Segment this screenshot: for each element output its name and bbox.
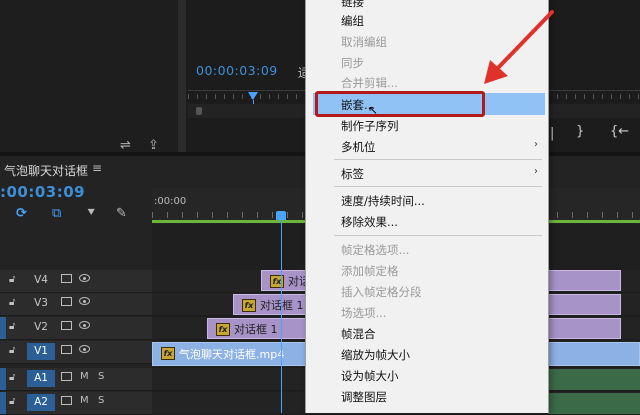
solo-button[interactable]: S: [98, 371, 104, 382]
panel-divider[interactable]: [178, 0, 186, 152]
menu-separator: [334, 235, 542, 236]
ruler-start-label: :00:00: [154, 196, 187, 207]
menu-item-add-frame-hold[interactable]: 添加帧定格: [341, 263, 399, 279]
menu-item-frame-blend[interactable]: 帧混合: [341, 326, 376, 342]
linked-selection-icon[interactable]: ⧉: [52, 206, 61, 221]
source-monitor: [0, 0, 178, 152]
highlight-annotation-box: [315, 91, 485, 117]
menu-item-speed-duration[interactable]: 速度/持续时间...: [341, 193, 425, 209]
menu-item-group[interactable]: 编组: [341, 13, 364, 29]
menu-separator: [334, 159, 542, 160]
fx-badge[interactable]: fx: [161, 347, 175, 360]
eye-icon[interactable]: [79, 297, 90, 305]
source-patch[interactable]: [0, 317, 6, 339]
export-frame-icon[interactable]: ⇌: [120, 134, 131, 153]
panel-menu-icon[interactable]: ≡: [92, 161, 102, 175]
source-patch[interactable]: [0, 392, 6, 414]
eye-icon[interactable]: [79, 345, 90, 353]
lock-icon[interactable]: 🔓︎: [9, 274, 15, 285]
lock-icon[interactable]: 🔓︎: [9, 396, 15, 407]
lock-icon[interactable]: 🔓︎: [9, 297, 15, 308]
menu-item-merge-clips[interactable]: 合并剪辑...: [341, 75, 398, 91]
track-target[interactable]: A1: [27, 370, 55, 387]
eye-icon[interactable]: [79, 321, 90, 329]
menu-item-adjustment-layer[interactable]: 调整图层: [341, 389, 387, 405]
menu-item-ungroup[interactable]: 取消编组: [341, 34, 387, 50]
timeline-playhead[interactable]: [276, 211, 286, 220]
track-header-v3: 🔓︎ V3: [0, 293, 152, 316]
audio-clip-a1[interactable]: [548, 369, 640, 390]
track-header-v4: 🔓︎ V4: [0, 270, 152, 293]
playhead-line: [281, 220, 282, 413]
eye-icon[interactable]: [79, 274, 90, 282]
menu-item-insert-frame-hold-segment[interactable]: 插入帧定格分段: [341, 284, 422, 300]
menu-item-field-options[interactable]: 场选项...: [341, 305, 386, 321]
mark-clip-button[interactable]: }: [576, 124, 584, 139]
sequence-tab[interactable]: 气泡聊天对话框: [4, 162, 88, 179]
snap-icon[interactable]: ⟳: [16, 206, 27, 221]
menu-item-remove-effects[interactable]: 移除效果...: [341, 214, 398, 230]
insert-icon[interactable]: ⇪: [148, 134, 159, 153]
mute-button[interactable]: M: [80, 371, 89, 382]
go-to-in-button[interactable]: {←: [610, 124, 629, 139]
menu-item-multicam[interactable]: 多机位: [341, 139, 376, 155]
fx-badge[interactable]: fx: [242, 299, 256, 312]
track-target[interactable]: V3: [27, 295, 55, 312]
wrench-icon[interactable]: ✎: [116, 206, 127, 221]
menu-item-scale-to-frame-size[interactable]: 缩放为帧大小: [341, 347, 410, 363]
sync-lock-icon[interactable]: [61, 321, 72, 330]
program-playhead[interactable]: [248, 92, 258, 100]
track-target[interactable]: V1: [27, 343, 55, 360]
track-target[interactable]: V2: [27, 319, 55, 336]
track-target[interactable]: V4: [27, 272, 55, 289]
track-header-v2: 🔓︎ V2: [0, 317, 152, 340]
solo-button[interactable]: S: [98, 395, 104, 406]
source-patch[interactable]: [0, 368, 6, 390]
clip-label: 对话框 1: [234, 323, 278, 336]
mark-out-button[interactable]: |: [550, 126, 554, 141]
menu-item-synchronize[interactable]: 同步: [341, 55, 364, 71]
program-timecode[interactable]: 00:00:03:09: [196, 63, 278, 78]
mute-button[interactable]: M: [80, 395, 89, 406]
annotation-arrow-icon: [484, 10, 554, 84]
mouse-cursor-icon: ↖: [368, 103, 379, 117]
menu-item-link[interactable]: 链接: [341, 0, 364, 10]
submenu-arrow-icon: ›: [534, 166, 538, 177]
audio-clip-a2[interactable]: [548, 393, 640, 414]
track-target[interactable]: A2: [27, 394, 55, 411]
scroll-thumb[interactable]: [196, 107, 202, 115]
sync-lock-icon[interactable]: [61, 372, 72, 381]
track-header-v1: 🔓︎ V1: [0, 341, 152, 364]
clip-label: 气泡聊天对话框.mp4: [179, 348, 285, 361]
sync-lock-icon[interactable]: [61, 297, 72, 306]
timeline-timecode[interactable]: :00:03:09: [0, 183, 85, 201]
sync-lock-icon[interactable]: [61, 396, 72, 405]
lock-icon[interactable]: 🔓︎: [9, 321, 15, 332]
menu-separator: [334, 186, 542, 187]
sync-lock-icon[interactable]: [61, 345, 72, 354]
lock-icon[interactable]: 🔓︎: [9, 372, 15, 383]
sync-lock-icon[interactable]: [61, 274, 72, 283]
track-header-a1: 🔓︎ A1 M S: [0, 368, 152, 391]
submenu-arrow-icon: ›: [534, 139, 538, 150]
track-header-a2: 🔓︎ A2 M S: [0, 392, 152, 415]
menu-item-frame-hold-options[interactable]: 帧定格选项...: [341, 242, 409, 258]
lock-icon[interactable]: 🔓︎: [9, 345, 15, 356]
add-marker-icon[interactable]: ⯆: [86, 206, 96, 221]
fx-badge[interactable]: fx: [216, 323, 230, 336]
menu-item-make-subsequence[interactable]: 制作子序列: [341, 118, 399, 134]
menu-item-label[interactable]: 标签: [341, 166, 364, 182]
menu-item-set-to-frame-size[interactable]: 设为帧大小: [341, 368, 399, 384]
